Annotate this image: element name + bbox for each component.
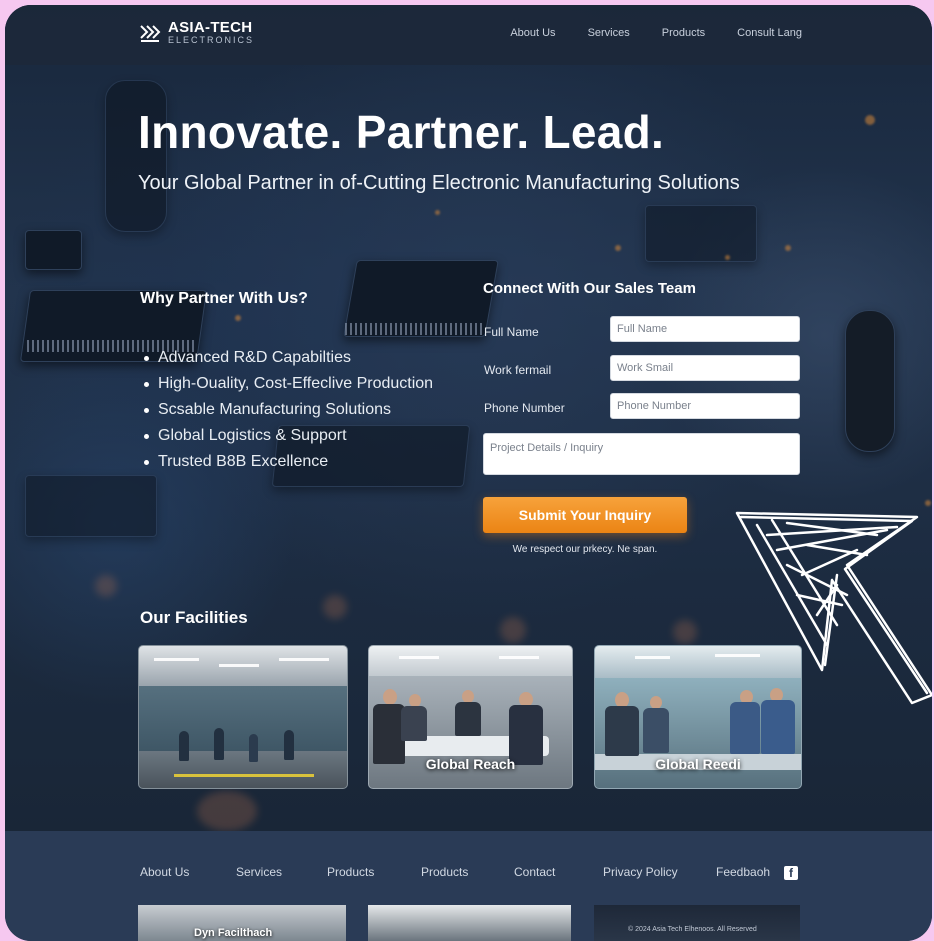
footer-thumbnail: Dyn Facilthach [138, 905, 346, 941]
form-title: Connect With Our Sales Team [483, 280, 696, 297]
footer-link-feedback[interactable]: Feedbaoh [716, 865, 770, 879]
bullet-icon [144, 459, 149, 465]
photo-caption: Global Reach [425, 756, 516, 772]
work-email-label: Work fermail [484, 363, 552, 377]
why-item: Global Logistics & Support [140, 423, 433, 449]
chip-decoration [645, 205, 757, 262]
facility-photo[interactable]: Global Reach [368, 645, 573, 789]
bullet-icon [144, 381, 149, 387]
light-decoration [219, 664, 259, 667]
bokeh-light [197, 791, 257, 831]
why-title: Why Partner With Us? [140, 290, 308, 307]
photo-caption: Global Reedi [655, 756, 741, 772]
person-figure [401, 706, 427, 741]
worker-figure [249, 734, 258, 762]
person-figure [455, 702, 481, 736]
person-figure [643, 708, 669, 753]
facebook-icon[interactable]: f [784, 866, 798, 880]
why-item-label: Global Logistics & Support [158, 427, 347, 444]
bokeh-light [673, 620, 697, 644]
page-frame: ASIA-TECH ELECTRONICS About Us Services … [5, 5, 932, 941]
light-dot [615, 245, 621, 251]
phone-input[interactable] [610, 393, 800, 419]
work-email-input[interactable] [610, 355, 800, 381]
hero-title: Innovate. Partner. Lead. [138, 106, 665, 158]
submit-inquiry-button[interactable]: Submit Your Inquiry [483, 497, 687, 533]
footer-link-privacy[interactable]: Privacy Policy [603, 865, 678, 879]
why-item-label: Scsable Manufacturing Solutions [158, 401, 392, 418]
light-dot [725, 255, 730, 260]
why-item-label: Trusted B8B Excellence [158, 453, 329, 470]
capacitor-decoration [845, 310, 895, 452]
why-list: Advanced R&D Capabilties High-Ouality, C… [140, 345, 433, 475]
ceiling-decoration [369, 646, 572, 676]
footer-link-products-2[interactable]: Products [421, 865, 468, 879]
chip-decoration [25, 475, 157, 537]
footer-thumbnail [594, 905, 800, 941]
light-dot [435, 210, 440, 215]
person-figure [761, 700, 795, 754]
copyright-text: © 2024 Asia Tech Elhenoos. All Reserved [628, 926, 757, 933]
light-dot [865, 115, 875, 125]
cursor-arrow-icon [735, 511, 932, 705]
why-item: Advanced R&D Capabilties [140, 345, 433, 371]
brand-logo[interactable]: ASIA-TECH ELECTRONICS [138, 20, 254, 45]
light-decoration [399, 656, 439, 659]
light-decoration [154, 658, 199, 661]
person-figure [605, 706, 639, 756]
hero-subtitle: Your Global Partner in of-Cutting Electr… [138, 172, 740, 194]
footer-link-about[interactable]: About Us [140, 865, 189, 879]
bokeh-light [95, 575, 117, 597]
project-details-textarea[interactable] [483, 433, 800, 475]
light-decoration [279, 658, 329, 661]
main-nav: About Us Services Products Consult Lang [510, 27, 802, 39]
brand-name: ASIA-TECH [168, 19, 253, 36]
why-item: Scsable Manufacturing Solutions [140, 397, 433, 423]
footer-link-contact[interactable]: Contact [514, 865, 555, 879]
floor [139, 751, 347, 788]
light-dot [235, 315, 241, 321]
facilities-title: Our Facilities [140, 608, 248, 627]
nav-consult[interactable]: Consult Lang [737, 27, 802, 39]
person-head [383, 689, 397, 705]
footer-thumbnail [368, 905, 571, 941]
worker-figure [179, 731, 189, 761]
worker-figure [214, 728, 224, 760]
chip-pins-decoration [345, 323, 485, 335]
bokeh-light [323, 595, 347, 619]
light-decoration [499, 656, 539, 659]
production-line [139, 686, 347, 756]
why-item: Trusted B8B Excellence [140, 449, 433, 475]
worker-figure [284, 730, 294, 760]
logo-icon [140, 24, 161, 42]
top-navigation-bar: ASIA-TECH ELECTRONICS About Us Services … [5, 5, 932, 65]
phone-label: Phone Number [484, 401, 565, 415]
bokeh-light [500, 617, 526, 643]
bullet-icon [144, 433, 149, 439]
bullet-icon [144, 355, 149, 361]
floor-line [174, 774, 314, 777]
facility-photo[interactable] [138, 645, 348, 789]
brand-subname: ELECTRONICS [168, 35, 255, 45]
light-decoration [635, 656, 670, 659]
footer-link-services[interactable]: Services [236, 865, 282, 879]
chip-decoration [25, 230, 82, 270]
light-dot [785, 245, 791, 251]
why-item-label: Advanced R&D Capabilties [158, 349, 351, 366]
why-item-label: High-Ouality, Cost-Effeclive Production [158, 375, 434, 392]
footer-link-products[interactable]: Products [327, 865, 374, 879]
nav-services[interactable]: Services [588, 27, 630, 39]
full-name-input[interactable] [610, 316, 800, 342]
nav-about[interactable]: About Us [510, 27, 555, 39]
why-item: High-Ouality, Cost-Effeclive Production [140, 371, 433, 397]
thumbnail-caption: Dyn Facilthach [194, 927, 273, 939]
person-figure [730, 702, 760, 754]
full-name-label: Full Name [484, 325, 539, 339]
bullet-icon [144, 407, 149, 413]
nav-products[interactable]: Products [662, 27, 705, 39]
privacy-note: We respect our prkecy. Ne span. [512, 544, 658, 555]
